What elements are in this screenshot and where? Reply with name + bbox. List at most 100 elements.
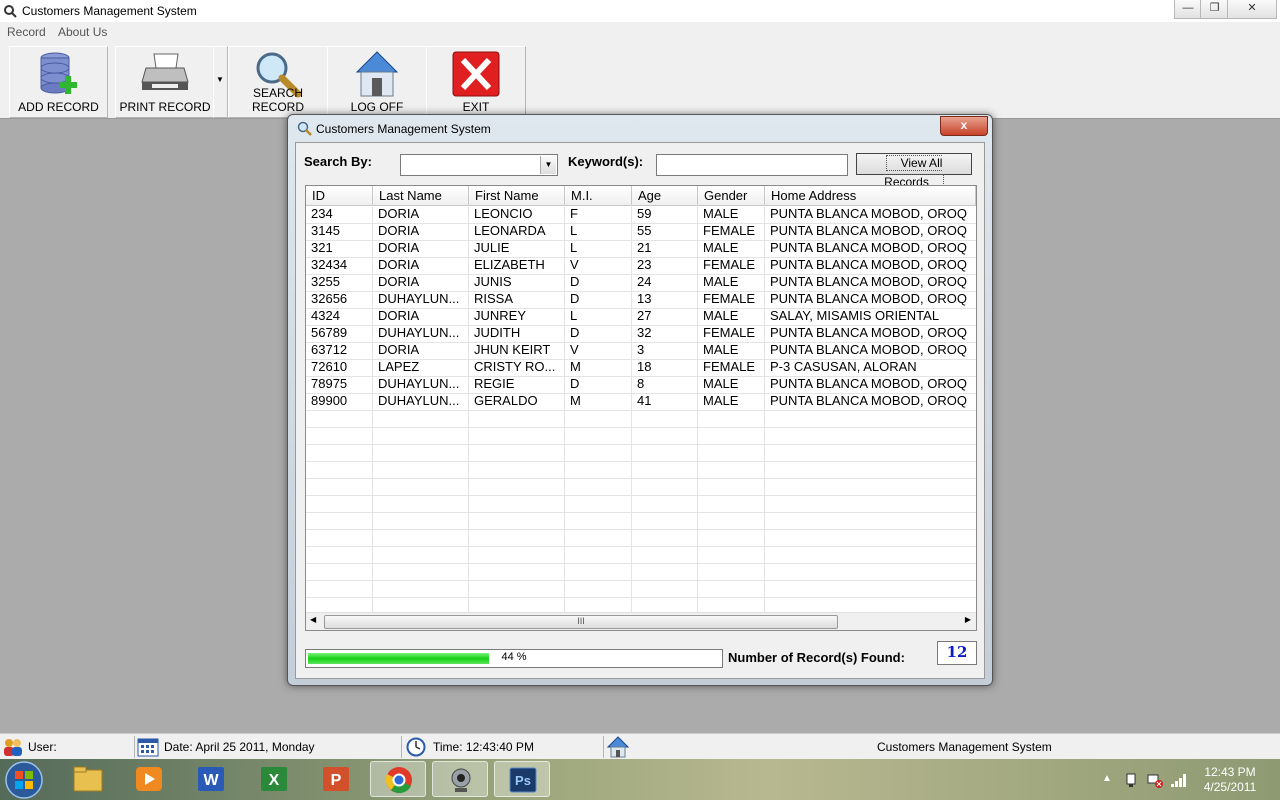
taskbar-chrome[interactable] [370,761,426,797]
column-header[interactable]: Age [632,186,698,205]
taskbar-app-active[interactable] [432,761,488,797]
table-cell: L [570,240,578,255]
table-cell: JUNIS [474,274,512,289]
powerpoint-icon: P [323,767,349,791]
column-header[interactable]: Gender [698,186,765,205]
restore-button[interactable]: ❐ [1200,0,1229,19]
menu-about-us[interactable]: About Us [58,25,107,39]
table-cell: M [570,359,581,374]
table-row[interactable]: 56789 DUHAYLUN... JUDITH D 32 FEMALE PUNTA BLA… [306,325,976,343]
table-cell: DUHAYLUN... [378,291,460,306]
signal-bars-icon[interactable] [1170,772,1188,788]
table-row[interactable]: 4324 DORIA JUNREY L 27 MALE SALAY, MISAMIS ORI… [306,308,976,326]
table-cell: 4324 [311,308,340,323]
table-cell: FEMALE [703,257,756,272]
column-header[interactable]: M.I. [565,186,632,205]
search-by-label: Search By: [304,154,372,169]
search-by-select[interactable]: ▼ [400,154,558,176]
table-cell: 72610 [311,359,348,374]
table-cell: 55 [637,223,652,238]
media-player-icon [136,767,162,791]
table-cell: FEMALE [703,325,756,340]
taskbar-media-player[interactable] [121,761,177,797]
table-cell: DUHAYLUN... [378,393,460,408]
exit-button[interactable]: EXIT [426,46,526,118]
taskbar-word[interactable]: W [183,761,239,797]
scrollbar-thumb[interactable]: III [324,615,838,629]
table-row[interactable]: 78975 DUHAYLUN... REGIE D 8 MALE PUNTA BLANCA … [306,376,976,394]
taskbar-powerpoint[interactable]: P [308,761,364,797]
taskbar-excel[interactable]: X [246,761,302,797]
table-row[interactable]: 321 DORIA JULIE L 21 MALE PUNTA BLANCA MOBOD, … [306,240,976,258]
scroll-left-icon[interactable]: ◀ [310,615,316,624]
table-cell: PUNTA BLANCA MOBOD, OROQ [770,325,967,340]
table-cell: 321 [311,240,333,255]
print-record-button[interactable]: PRINT RECORD [115,46,215,118]
table-cell: PUNTA BLANCA MOBOD, OROQ [770,240,967,255]
table-cell: 32656 [311,291,348,306]
column-header[interactable]: Last Name [373,186,469,205]
keyword-input[interactable] [656,154,848,176]
table-cell: PUNTA BLANCA MOBOD, OROQ [770,342,967,357]
webcam-icon [451,768,471,792]
table-cell: PUNTA BLANCA MOBOD, OROQ [770,206,967,221]
table-cell: PUNTA BLANCA MOBOD, OROQ [770,393,967,408]
table-row[interactable]: 3255 DORIA JUNIS D 24 MALE PUNTA BLANCA MOBOD,… [306,274,976,292]
empty-row [306,495,976,513]
table-cell: MALE [703,342,739,357]
log-off-button[interactable]: LOG OFF [327,46,427,118]
taskbar-explorer[interactable] [60,761,116,797]
network-error-icon[interactable] [1147,772,1163,788]
table-cell: D [570,291,580,306]
table-cell: SALAY, MISAMIS ORIENTAL [770,308,940,323]
table-cell: F [570,206,578,221]
menu-record[interactable]: Record [7,25,46,39]
table-cell: JHUN KEIRT [474,342,551,357]
taskbar-clock[interactable]: 12:43 PM 4/25/2011 [1198,765,1262,795]
table-row[interactable]: 89900 DUHAYLUN... GERALDO M 41 MALE PUNTA BLAN… [306,393,976,411]
add-record-button[interactable]: ADD RECORD [9,46,108,118]
app-search-icon [4,5,17,18]
table-cell: DORIA [378,308,420,323]
column-header[interactable]: First Name [469,186,565,205]
horizontal-scrollbar[interactable]: ◀ III ▶ [306,612,976,630]
show-hidden-icons-icon[interactable]: ▲ [1102,773,1112,784]
table-row[interactable]: 72610 LAPEZ CRISTY RO... M 18 FEMALE P-3 CASUS… [306,359,976,377]
print-dropdown-button[interactable]: ▼ [213,46,228,118]
table-cell: V [570,257,579,272]
column-header[interactable]: ID [306,186,373,205]
print-record-label: PRINT RECORD [119,100,211,114]
table-row[interactable]: 234 DORIA LEONCIO F 59 MALE PUNTA BLANCA MOBOD… [306,206,976,224]
table-cell: 3255 [311,274,340,289]
column-header[interactable]: Home Address [765,186,976,205]
database-add-icon [40,52,77,94]
grid-header: ID Last Name First Name M.I. Age Gender Home A… [306,186,976,206]
scroll-right-icon[interactable]: ▶ [965,615,971,624]
word-icon: W [198,767,224,791]
view-all-records-button[interactable]: View All Records [856,153,972,190]
chevron-down-icon[interactable]: ▼ [540,156,556,174]
table-cell: LAPEZ [378,359,420,374]
users-icon [4,739,22,756]
svg-text:X: X [269,772,280,789]
table-row[interactable]: 3145 DORIA LEONARDA L 55 FEMALE PUNTA BLANCA M… [306,223,976,241]
table-row[interactable]: 63712 DORIA JHUN KEIRT V 3 MALE PUNTA BLANCA M… [306,342,976,360]
dialog-close-button[interactable]: x [940,116,988,136]
table-cell: DUHAYLUN... [378,376,460,391]
start-button-icon[interactable] [4,760,44,800]
power-plug-icon[interactable] [1124,772,1138,788]
minimize-button[interactable]: — [1174,0,1202,19]
empty-row [306,461,976,479]
table-row[interactable]: 32434 DORIA ELIZABETH V 23 FEMALE PUNTA BLANCA… [306,257,976,275]
status-time: Time: 12:43:40 PM [433,740,534,754]
table-cell: 13 [637,291,652,306]
empty-row [306,546,976,564]
search-record-button[interactable]: SEARCH RECORD [228,46,328,118]
main-title-bar: Customers Management System — ❐ ✕ [0,0,1280,23]
table-cell: 234 [311,206,333,221]
close-button[interactable]: ✕ [1227,0,1277,19]
svg-text:W: W [203,772,219,789]
table-cell: FEMALE [703,291,756,306]
taskbar-photoshop[interactable]: Ps [494,761,550,797]
table-row[interactable]: 32656 DUHAYLUN... RISSA D 13 FEMALE PUNTA BLAN… [306,291,976,309]
